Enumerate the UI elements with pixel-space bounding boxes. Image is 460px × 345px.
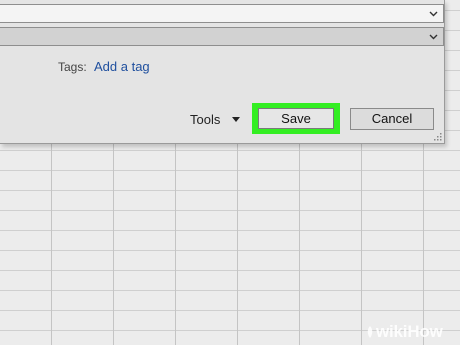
- caret-down-icon: [232, 117, 241, 122]
- tools-menu-button[interactable]: Tools: [190, 112, 241, 127]
- save-button[interactable]: Save: [258, 108, 334, 129]
- tools-label: Tools: [190, 112, 221, 127]
- file-name-dropdown[interactable]: [0, 4, 444, 23]
- save-as-type-dropdown[interactable]: [0, 27, 444, 46]
- tags-label: Tags:: [58, 60, 87, 74]
- resize-grip-icon[interactable]: [434, 133, 442, 141]
- add-tag-link[interactable]: Add a tag: [94, 59, 150, 74]
- cancel-button[interactable]: Cancel: [350, 108, 434, 130]
- wikihow-leaf-icon: [367, 326, 373, 338]
- wikihow-watermark: wikiHow: [376, 322, 443, 341]
- save-as-dialog: Tags: Add a tag Tools Save Cancel: [0, 0, 445, 144]
- chevron-down-icon[interactable]: [428, 30, 439, 43]
- chevron-down-icon[interactable]: [428, 7, 439, 20]
